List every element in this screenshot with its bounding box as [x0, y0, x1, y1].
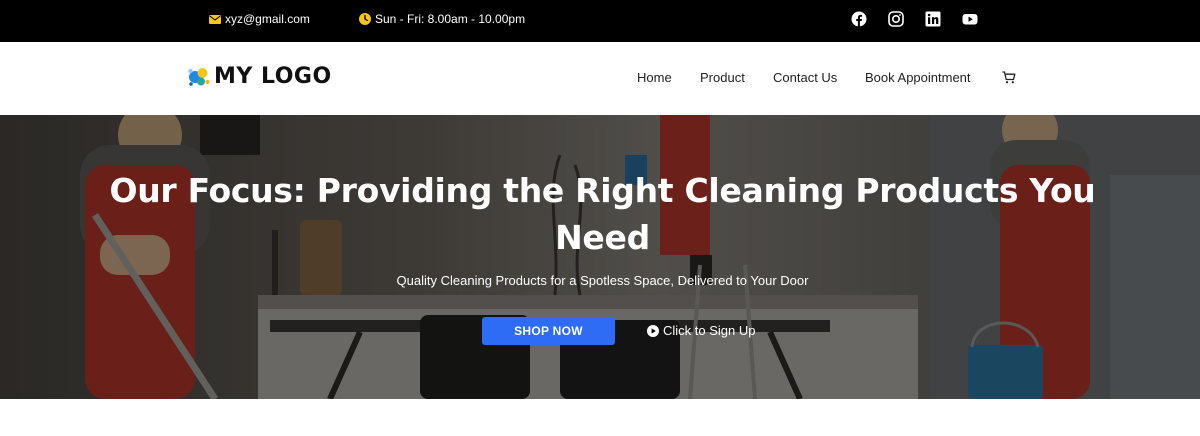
logo-text: MY LOGO: [214, 64, 332, 89]
logo-bubbles-icon: [188, 67, 210, 86]
envelope-icon: [209, 14, 221, 24]
top-bar: xyz@gmail.com Sun - Fri: 8.00am - 10.00p…: [0, 0, 1200, 42]
nav-home[interactable]: Home: [637, 70, 672, 85]
site-header: MY LOGO Home Product Contact Us Book App…: [0, 42, 1200, 115]
hero-title: Our Focus: Providing the Right Cleaning …: [109, 171, 1096, 257]
facebook-icon[interactable]: [851, 11, 867, 27]
hours-text: Sun - Fri: 8.00am - 10.00pm: [375, 12, 526, 26]
contact-email[interactable]: xyz@gmail.com: [209, 12, 310, 26]
clock-icon: [359, 13, 371, 25]
opening-hours: Sun - Fri: 8.00am - 10.00pm: [359, 12, 525, 26]
cart-icon[interactable]: [1002, 71, 1016, 84]
email-text: xyz@gmail.com: [225, 12, 310, 26]
hero-subtitle: Quality Cleaning Products for a Spotless…: [396, 273, 809, 288]
linkedin-icon[interactable]: [925, 11, 941, 27]
sign-up-label: Click to Sign Up: [663, 323, 756, 338]
shop-now-button[interactable]: SHOP NOW: [482, 317, 615, 345]
instagram-icon[interactable]: [888, 11, 904, 27]
youtube-icon[interactable]: [962, 11, 978, 27]
nav-book-appointment[interactable]: Book Appointment: [865, 70, 971, 85]
play-icon: [647, 324, 659, 337]
site-logo[interactable]: MY LOGO: [187, 64, 332, 89]
nav-contact-us[interactable]: Contact Us: [773, 70, 837, 85]
sign-up-link[interactable]: Click to Sign Up: [647, 323, 755, 338]
hero-section: Our Focus: Providing the Right Cleaning …: [0, 115, 1200, 399]
nav-product[interactable]: Product: [700, 70, 745, 85]
